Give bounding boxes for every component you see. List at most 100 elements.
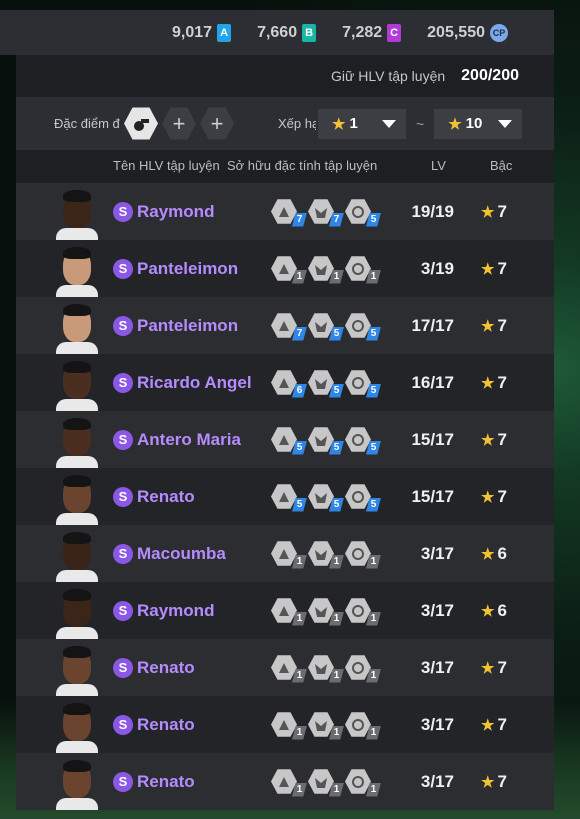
coach-level: 3/17 xyxy=(420,714,454,734)
training-trait-icon[interactable]: 1 xyxy=(345,655,381,683)
training-trait-icon[interactable]: 7 xyxy=(308,199,344,227)
add-trait-filter-button-1[interactable]: + xyxy=(162,107,196,140)
coach-avatar xyxy=(56,475,98,525)
rank-max-dropdown[interactable]: ★ 10 xyxy=(434,108,523,139)
capacity-label: Giữ HLV tập luyện xyxy=(330,68,446,84)
trait-filter-selected[interactable] xyxy=(124,107,158,140)
training-trait-icon[interactable]: 1 xyxy=(308,256,344,284)
star-icon: ★ xyxy=(481,773,495,791)
training-trait-icon[interactable]: 1 xyxy=(345,769,381,797)
rank-value: 7 xyxy=(497,372,507,392)
coach-capacity: Giữ HLV tập luyện 200/200 xyxy=(16,55,554,97)
coach-name: Renato xyxy=(137,486,195,506)
trait-list: 755 xyxy=(271,313,382,341)
coach-name: Raymond xyxy=(137,600,215,620)
star-icon: ★ xyxy=(481,431,495,449)
training-trait-icon[interactable]: 1 xyxy=(345,598,381,626)
training-trait-icon[interactable]: 1 xyxy=(308,598,344,626)
training-trait-icon[interactable]: 1 xyxy=(345,541,381,569)
training-trait-icon[interactable]: 7 xyxy=(271,199,307,227)
coach-row[interactable]: S Renato 1 1 1 3/17 ★ 7 xyxy=(16,753,554,810)
trait-list: 111 xyxy=(271,769,382,797)
training-trait-icon[interactable]: 1 xyxy=(308,712,344,740)
rank-value: 7 xyxy=(497,429,507,449)
star-icon: ★ xyxy=(481,545,495,563)
coach-avatar xyxy=(56,703,98,753)
coach-row[interactable]: S Renato 1 1 1 3/17 ★ 7 xyxy=(16,639,554,696)
training-trait-icon[interactable]: 5 xyxy=(308,427,344,455)
training-trait-icon[interactable]: 1 xyxy=(308,769,344,797)
coach-row[interactable]: S Ricardo Angel 6 5 5 16/17 ★ 7 xyxy=(16,354,554,411)
coach-rank: ★ 7 xyxy=(481,487,507,507)
coach-level: 16/17 xyxy=(411,372,454,392)
coach-row[interactable]: S Raymond 1 1 1 3/17 ★ 6 xyxy=(16,582,554,639)
coach-row[interactable]: S Panteleimon 1 1 1 3/19 ★ 7 xyxy=(16,240,554,297)
training-trait-icon[interactable]: 1 xyxy=(308,655,344,683)
training-trait-icon[interactable]: 5 xyxy=(271,484,307,512)
trait-list: 775 xyxy=(271,199,382,227)
range-separator: ~ xyxy=(416,115,425,132)
coach-rank: ★ 6 xyxy=(481,601,507,621)
training-trait-icon[interactable]: 5 xyxy=(345,370,381,398)
training-trait-icon[interactable]: 1 xyxy=(271,712,307,740)
coach-name: Macoumba xyxy=(137,543,226,563)
rank-max-value: 10 xyxy=(465,115,483,132)
training-trait-icon[interactable]: 5 xyxy=(345,427,381,455)
rank-value: 6 xyxy=(497,543,507,563)
training-trait-icon[interactable]: 5 xyxy=(345,484,381,512)
training-trait-icon[interactable]: 7 xyxy=(271,313,307,341)
trait-filter-label: Đặc điểm đ xyxy=(54,116,120,131)
coach-avatar xyxy=(56,589,98,639)
add-trait-filter-button-2[interactable]: + xyxy=(200,107,234,140)
training-trait-icon[interactable]: 1 xyxy=(271,541,307,569)
star-icon: ★ xyxy=(481,317,495,335)
currency-bar: 9,017 A 7,660 B 7,282 C 205,550 CP xyxy=(0,10,554,55)
training-trait-icon[interactable]: 1 xyxy=(345,256,381,284)
coach-row[interactable]: S Antero Maria 5 5 5 15/17 ★ 7 xyxy=(16,411,554,468)
currency-b-value: 7,660 xyxy=(257,23,298,41)
star-icon: ★ xyxy=(481,203,495,221)
coach-avatar xyxy=(56,532,98,582)
trait-list: 111 xyxy=(271,598,382,626)
rank-value: 7 xyxy=(497,714,507,734)
trait-list: 111 xyxy=(271,256,382,284)
training-trait-icon[interactable]: 5 xyxy=(308,313,344,341)
currency-c-icon: C xyxy=(387,23,402,42)
training-trait-icon[interactable]: 1 xyxy=(308,541,344,569)
rank-value: 7 xyxy=(497,258,507,278)
training-trait-icon[interactable]: 1 xyxy=(271,769,307,797)
coach-rank: ★ 7 xyxy=(481,772,507,792)
star-icon: ★ xyxy=(481,488,495,506)
training-trait-icon[interactable]: 5 xyxy=(308,484,344,512)
training-trait-icon[interactable]: 1 xyxy=(271,655,307,683)
s-grade-badge: S xyxy=(113,543,133,564)
training-trait-icon[interactable]: 5 xyxy=(345,313,381,341)
coach-avatar xyxy=(56,304,98,354)
coach-row[interactable]: S Macoumba 1 1 1 3/17 ★ 6 xyxy=(16,525,554,582)
s-grade-badge: S xyxy=(113,315,133,336)
training-trait-icon[interactable]: 1 xyxy=(271,598,307,626)
rank-min-value: 1 xyxy=(349,115,358,132)
training-trait-icon[interactable]: 6 xyxy=(271,370,307,398)
rank-min-dropdown[interactable]: ★ 1 xyxy=(318,108,406,139)
coach-level: 17/17 xyxy=(411,315,454,335)
coach-row[interactable]: S Renato 5 5 5 15/17 ★ 7 xyxy=(16,468,554,525)
coach-name: Renato xyxy=(137,771,195,791)
coach-list: S Raymond 7 7 5 19/19 ★ 7 S Panteleimon 1 1 1 3/19 ★ 7 S… xyxy=(16,183,554,810)
column-lv: LV xyxy=(431,158,446,173)
coach-name: Renato xyxy=(137,714,195,734)
training-trait-icon[interactable]: 5 xyxy=(308,370,344,398)
coach-row[interactable]: S Panteleimon 7 5 5 17/17 ★ 7 xyxy=(16,297,554,354)
currency-cp-value: 205,550 xyxy=(427,23,485,41)
s-grade-badge: S xyxy=(113,486,133,507)
coach-row[interactable]: S Raymond 7 7 5 19/19 ★ 7 xyxy=(16,183,554,240)
coach-rank: ★ 6 xyxy=(481,544,507,564)
training-trait-icon[interactable]: 1 xyxy=(345,712,381,740)
coach-level: 15/17 xyxy=(411,429,454,449)
star-icon: ★ xyxy=(481,374,495,392)
coach-row[interactable]: S Renato 1 1 1 3/17 ★ 7 xyxy=(16,696,554,753)
training-trait-icon[interactable]: 5 xyxy=(345,199,381,227)
training-trait-icon[interactable]: 5 xyxy=(271,427,307,455)
training-trait-icon[interactable]: 1 xyxy=(271,256,307,284)
coach-name: Ricardo Angel xyxy=(137,372,252,392)
